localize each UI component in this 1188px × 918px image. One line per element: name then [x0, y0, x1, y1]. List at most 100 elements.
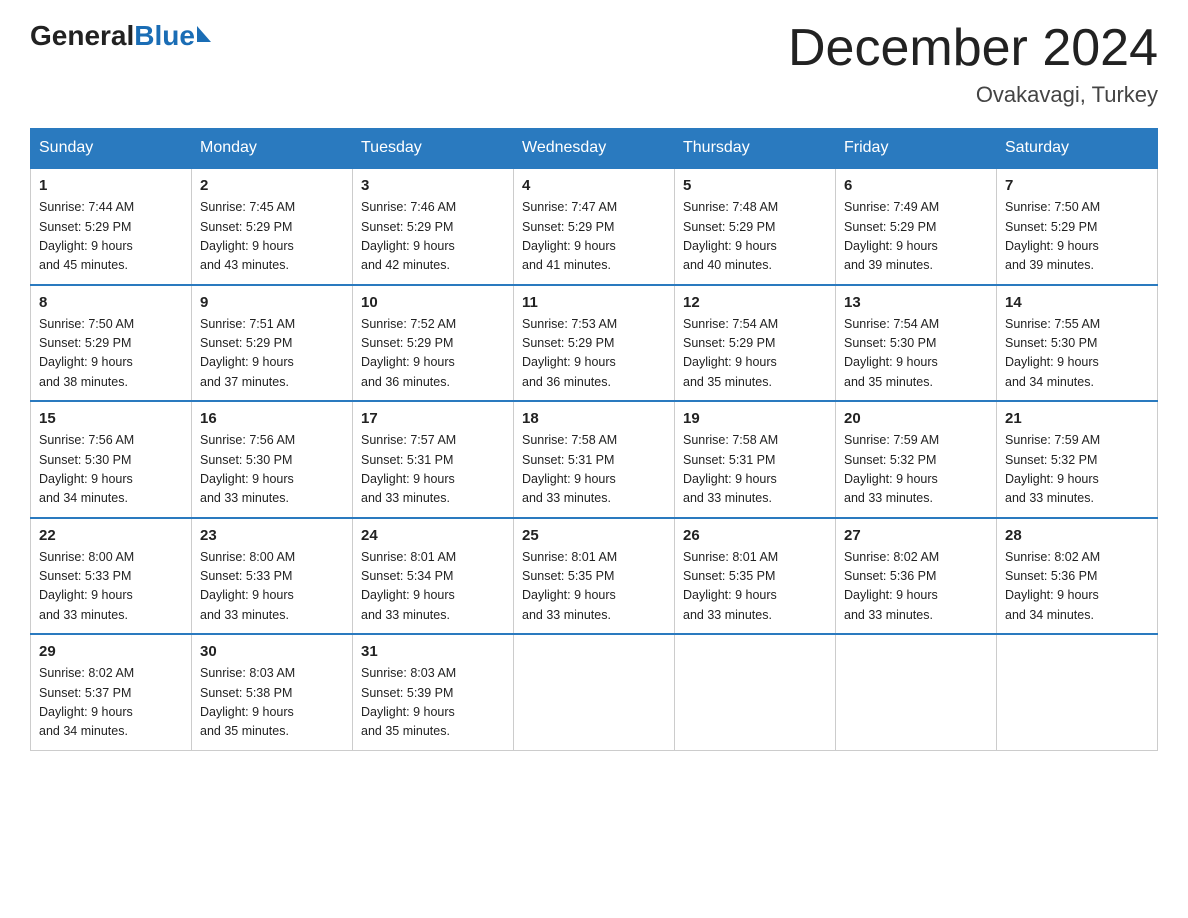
day-info: Sunrise: 8:01 AM Sunset: 5:34 PM Dayligh…	[361, 548, 505, 626]
day-info: Sunrise: 8:03 AM Sunset: 5:38 PM Dayligh…	[200, 664, 344, 742]
day-number: 8	[39, 294, 183, 311]
calendar-day-cell: 22 Sunrise: 8:00 AM Sunset: 5:33 PM Dayl…	[31, 518, 192, 635]
day-number: 19	[683, 410, 827, 427]
calendar-day-cell: 6 Sunrise: 7:49 AM Sunset: 5:29 PM Dayli…	[836, 168, 997, 285]
calendar-day-cell: 3 Sunrise: 7:46 AM Sunset: 5:29 PM Dayli…	[353, 168, 514, 285]
day-info: Sunrise: 7:45 AM Sunset: 5:29 PM Dayligh…	[200, 198, 344, 276]
day-number: 14	[1005, 294, 1149, 311]
day-info: Sunrise: 7:54 AM Sunset: 5:29 PM Dayligh…	[683, 315, 827, 393]
day-number: 10	[361, 294, 505, 311]
calendar-day-cell: 19 Sunrise: 7:58 AM Sunset: 5:31 PM Dayl…	[675, 401, 836, 518]
calendar-day-cell: 21 Sunrise: 7:59 AM Sunset: 5:32 PM Dayl…	[997, 401, 1158, 518]
calendar-day-cell: 1 Sunrise: 7:44 AM Sunset: 5:29 PM Dayli…	[31, 168, 192, 285]
day-info: Sunrise: 7:47 AM Sunset: 5:29 PM Dayligh…	[522, 198, 666, 276]
day-info: Sunrise: 7:59 AM Sunset: 5:32 PM Dayligh…	[1005, 431, 1149, 509]
day-info: Sunrise: 7:50 AM Sunset: 5:29 PM Dayligh…	[39, 315, 183, 393]
calendar-day-cell: 2 Sunrise: 7:45 AM Sunset: 5:29 PM Dayli…	[192, 168, 353, 285]
day-info: Sunrise: 7:44 AM Sunset: 5:29 PM Dayligh…	[39, 198, 183, 276]
calendar-day-cell	[675, 634, 836, 750]
calendar-day-cell: 15 Sunrise: 7:56 AM Sunset: 5:30 PM Dayl…	[31, 401, 192, 518]
day-info: Sunrise: 8:03 AM Sunset: 5:39 PM Dayligh…	[361, 664, 505, 742]
day-info: Sunrise: 8:01 AM Sunset: 5:35 PM Dayligh…	[683, 548, 827, 626]
day-number: 2	[200, 177, 344, 194]
day-number: 24	[361, 527, 505, 544]
day-info: Sunrise: 8:00 AM Sunset: 5:33 PM Dayligh…	[39, 548, 183, 626]
calendar-day-cell: 4 Sunrise: 7:47 AM Sunset: 5:29 PM Dayli…	[514, 168, 675, 285]
logo: General Blue	[30, 20, 211, 52]
logo-blue-part: Blue	[134, 20, 211, 52]
day-number: 27	[844, 527, 988, 544]
calendar-day-cell: 13 Sunrise: 7:54 AM Sunset: 5:30 PM Dayl…	[836, 285, 997, 402]
day-number: 5	[683, 177, 827, 194]
calendar-day-cell: 5 Sunrise: 7:48 AM Sunset: 5:29 PM Dayli…	[675, 168, 836, 285]
day-number: 23	[200, 527, 344, 544]
day-number: 18	[522, 410, 666, 427]
day-number: 16	[200, 410, 344, 427]
calendar-day-cell	[997, 634, 1158, 750]
calendar-day-cell: 9 Sunrise: 7:51 AM Sunset: 5:29 PM Dayli…	[192, 285, 353, 402]
day-number: 3	[361, 177, 505, 194]
calendar-header-monday: Monday	[192, 129, 353, 169]
day-number: 9	[200, 294, 344, 311]
day-number: 1	[39, 177, 183, 194]
calendar-day-cell: 23 Sunrise: 8:00 AM Sunset: 5:33 PM Dayl…	[192, 518, 353, 635]
calendar-week-row: 8 Sunrise: 7:50 AM Sunset: 5:29 PM Dayli…	[31, 285, 1158, 402]
logo-blue-text: Blue	[134, 20, 195, 52]
day-info: Sunrise: 7:57 AM Sunset: 5:31 PM Dayligh…	[361, 431, 505, 509]
day-number: 21	[1005, 410, 1149, 427]
day-info: Sunrise: 7:50 AM Sunset: 5:29 PM Dayligh…	[1005, 198, 1149, 276]
calendar-day-cell: 28 Sunrise: 8:02 AM Sunset: 5:36 PM Dayl…	[997, 518, 1158, 635]
calendar-day-cell: 14 Sunrise: 7:55 AM Sunset: 5:30 PM Dayl…	[997, 285, 1158, 402]
calendar-day-cell: 12 Sunrise: 7:54 AM Sunset: 5:29 PM Dayl…	[675, 285, 836, 402]
day-number: 17	[361, 410, 505, 427]
calendar-day-cell: 17 Sunrise: 7:57 AM Sunset: 5:31 PM Dayl…	[353, 401, 514, 518]
day-info: Sunrise: 7:59 AM Sunset: 5:32 PM Dayligh…	[844, 431, 988, 509]
day-number: 12	[683, 294, 827, 311]
calendar-header-thursday: Thursday	[675, 129, 836, 169]
day-number: 22	[39, 527, 183, 544]
calendar-day-cell: 25 Sunrise: 8:01 AM Sunset: 5:35 PM Dayl…	[514, 518, 675, 635]
calendar-day-cell: 7 Sunrise: 7:50 AM Sunset: 5:29 PM Dayli…	[997, 168, 1158, 285]
day-number: 11	[522, 294, 666, 311]
day-info: Sunrise: 7:54 AM Sunset: 5:30 PM Dayligh…	[844, 315, 988, 393]
calendar-header-tuesday: Tuesday	[353, 129, 514, 169]
day-number: 30	[200, 643, 344, 660]
day-info: Sunrise: 7:51 AM Sunset: 5:29 PM Dayligh…	[200, 315, 344, 393]
day-info: Sunrise: 8:02 AM Sunset: 5:37 PM Dayligh…	[39, 664, 183, 742]
calendar-header-saturday: Saturday	[997, 129, 1158, 169]
calendar-day-cell	[836, 634, 997, 750]
day-number: 29	[39, 643, 183, 660]
calendar-day-cell: 24 Sunrise: 8:01 AM Sunset: 5:34 PM Dayl…	[353, 518, 514, 635]
calendar-day-cell: 30 Sunrise: 8:03 AM Sunset: 5:38 PM Dayl…	[192, 634, 353, 750]
logo-general-text: General	[30, 20, 134, 52]
day-info: Sunrise: 7:56 AM Sunset: 5:30 PM Dayligh…	[200, 431, 344, 509]
day-number: 26	[683, 527, 827, 544]
calendar-day-cell	[514, 634, 675, 750]
calendar-week-row: 1 Sunrise: 7:44 AM Sunset: 5:29 PM Dayli…	[31, 168, 1158, 285]
day-info: Sunrise: 8:02 AM Sunset: 5:36 PM Dayligh…	[1005, 548, 1149, 626]
day-info: Sunrise: 7:55 AM Sunset: 5:30 PM Dayligh…	[1005, 315, 1149, 393]
calendar-day-cell: 26 Sunrise: 8:01 AM Sunset: 5:35 PM Dayl…	[675, 518, 836, 635]
day-info: Sunrise: 7:58 AM Sunset: 5:31 PM Dayligh…	[683, 431, 827, 509]
day-info: Sunrise: 8:02 AM Sunset: 5:36 PM Dayligh…	[844, 548, 988, 626]
day-info: Sunrise: 8:01 AM Sunset: 5:35 PM Dayligh…	[522, 548, 666, 626]
calendar-week-row: 29 Sunrise: 8:02 AM Sunset: 5:37 PM Dayl…	[31, 634, 1158, 750]
day-info: Sunrise: 7:48 AM Sunset: 5:29 PM Dayligh…	[683, 198, 827, 276]
day-info: Sunrise: 7:49 AM Sunset: 5:29 PM Dayligh…	[844, 198, 988, 276]
day-number: 25	[522, 527, 666, 544]
calendar-header-row: SundayMondayTuesdayWednesdayThursdayFrid…	[31, 129, 1158, 169]
calendar-header-sunday: Sunday	[31, 129, 192, 169]
day-info: Sunrise: 7:52 AM Sunset: 5:29 PM Dayligh…	[361, 315, 505, 393]
day-number: 7	[1005, 177, 1149, 194]
calendar-day-cell: 29 Sunrise: 8:02 AM Sunset: 5:37 PM Dayl…	[31, 634, 192, 750]
day-info: Sunrise: 7:53 AM Sunset: 5:29 PM Dayligh…	[522, 315, 666, 393]
day-number: 28	[1005, 527, 1149, 544]
calendar-day-cell: 10 Sunrise: 7:52 AM Sunset: 5:29 PM Dayl…	[353, 285, 514, 402]
calendar-title: December 2024	[788, 20, 1158, 77]
calendar-day-cell: 8 Sunrise: 7:50 AM Sunset: 5:29 PM Dayli…	[31, 285, 192, 402]
day-info: Sunrise: 8:00 AM Sunset: 5:33 PM Dayligh…	[200, 548, 344, 626]
calendar-day-cell: 18 Sunrise: 7:58 AM Sunset: 5:31 PM Dayl…	[514, 401, 675, 518]
day-number: 6	[844, 177, 988, 194]
calendar-day-cell: 11 Sunrise: 7:53 AM Sunset: 5:29 PM Dayl…	[514, 285, 675, 402]
calendar-subtitle: Ovakavagi, Turkey	[788, 82, 1158, 108]
